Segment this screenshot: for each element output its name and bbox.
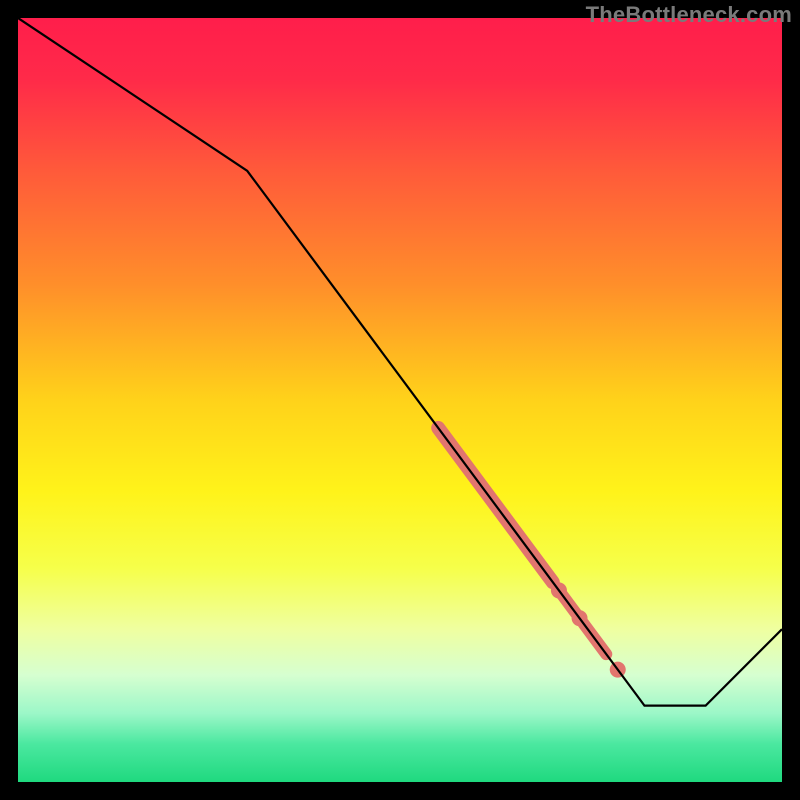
gradient-background — [18, 18, 782, 782]
watermark-text: TheBottleneck.com — [586, 2, 792, 28]
bottleneck-chart — [18, 18, 782, 782]
chart-frame: TheBottleneck.com — [0, 0, 800, 800]
